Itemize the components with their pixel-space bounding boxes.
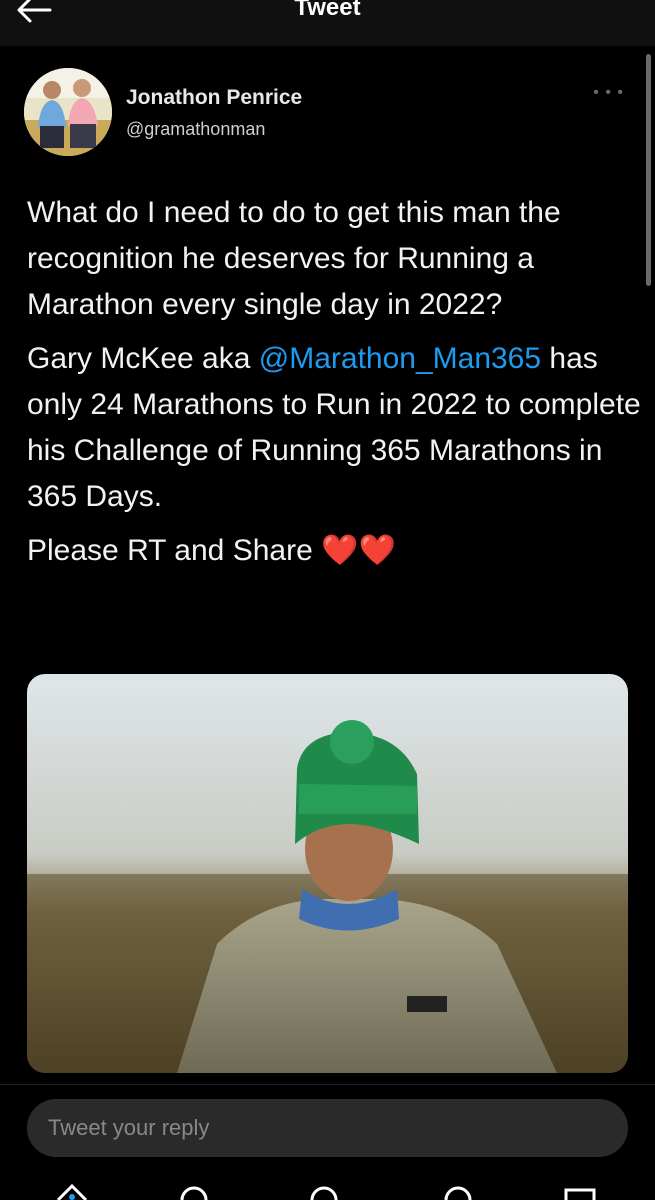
bottom-nav [0, 1180, 655, 1200]
runner-photo [27, 674, 628, 1073]
tweet-text: What do I need to do to get this man the… [27, 190, 642, 582]
avatar[interactable] [24, 68, 112, 156]
messages-icon[interactable] [558, 1180, 602, 1200]
scrollbar[interactable] [646, 54, 651, 286]
tweet-text-span: Please RT and Share [27, 534, 322, 567]
tweet-text-span: Gary McKee aka [27, 342, 259, 375]
display-name[interactable]: Jonathon Penrice [126, 86, 302, 110]
avatar-photo [24, 68, 112, 156]
search-icon[interactable] [172, 1180, 216, 1200]
top-bar: Tweet [0, 0, 655, 46]
tweet-photo[interactable] [27, 674, 628, 1073]
user-handle[interactable]: @gramathonman [126, 119, 265, 140]
tweet-author: Jonathon Penrice @gramathonman • • • [24, 68, 634, 158]
page-title: Tweet [294, 0, 361, 21]
heart-emoji: ❤️❤️ [321, 534, 396, 567]
more-horizontal-icon: • • • [593, 84, 624, 101]
reply-placeholder: Tweet your reply [48, 1115, 210, 1140]
tweet-paragraph: Gary McKee aka @Marathon_Man365 has only… [27, 336, 642, 520]
mention-link[interactable]: @Marathon_Man365 [259, 342, 541, 375]
tweet-paragraph: What do I need to do to get this man the… [27, 196, 561, 321]
divider [0, 1084, 655, 1085]
more-options-button[interactable]: • • • [593, 84, 624, 102]
spaces-icon[interactable] [302, 1180, 346, 1200]
home-icon[interactable] [50, 1180, 94, 1200]
notifications-icon[interactable] [436, 1180, 480, 1200]
reply-input[interactable]: Tweet your reply [27, 1099, 628, 1157]
tweet-paragraph: Please RT and Share ❤️❤️ [27, 528, 642, 574]
